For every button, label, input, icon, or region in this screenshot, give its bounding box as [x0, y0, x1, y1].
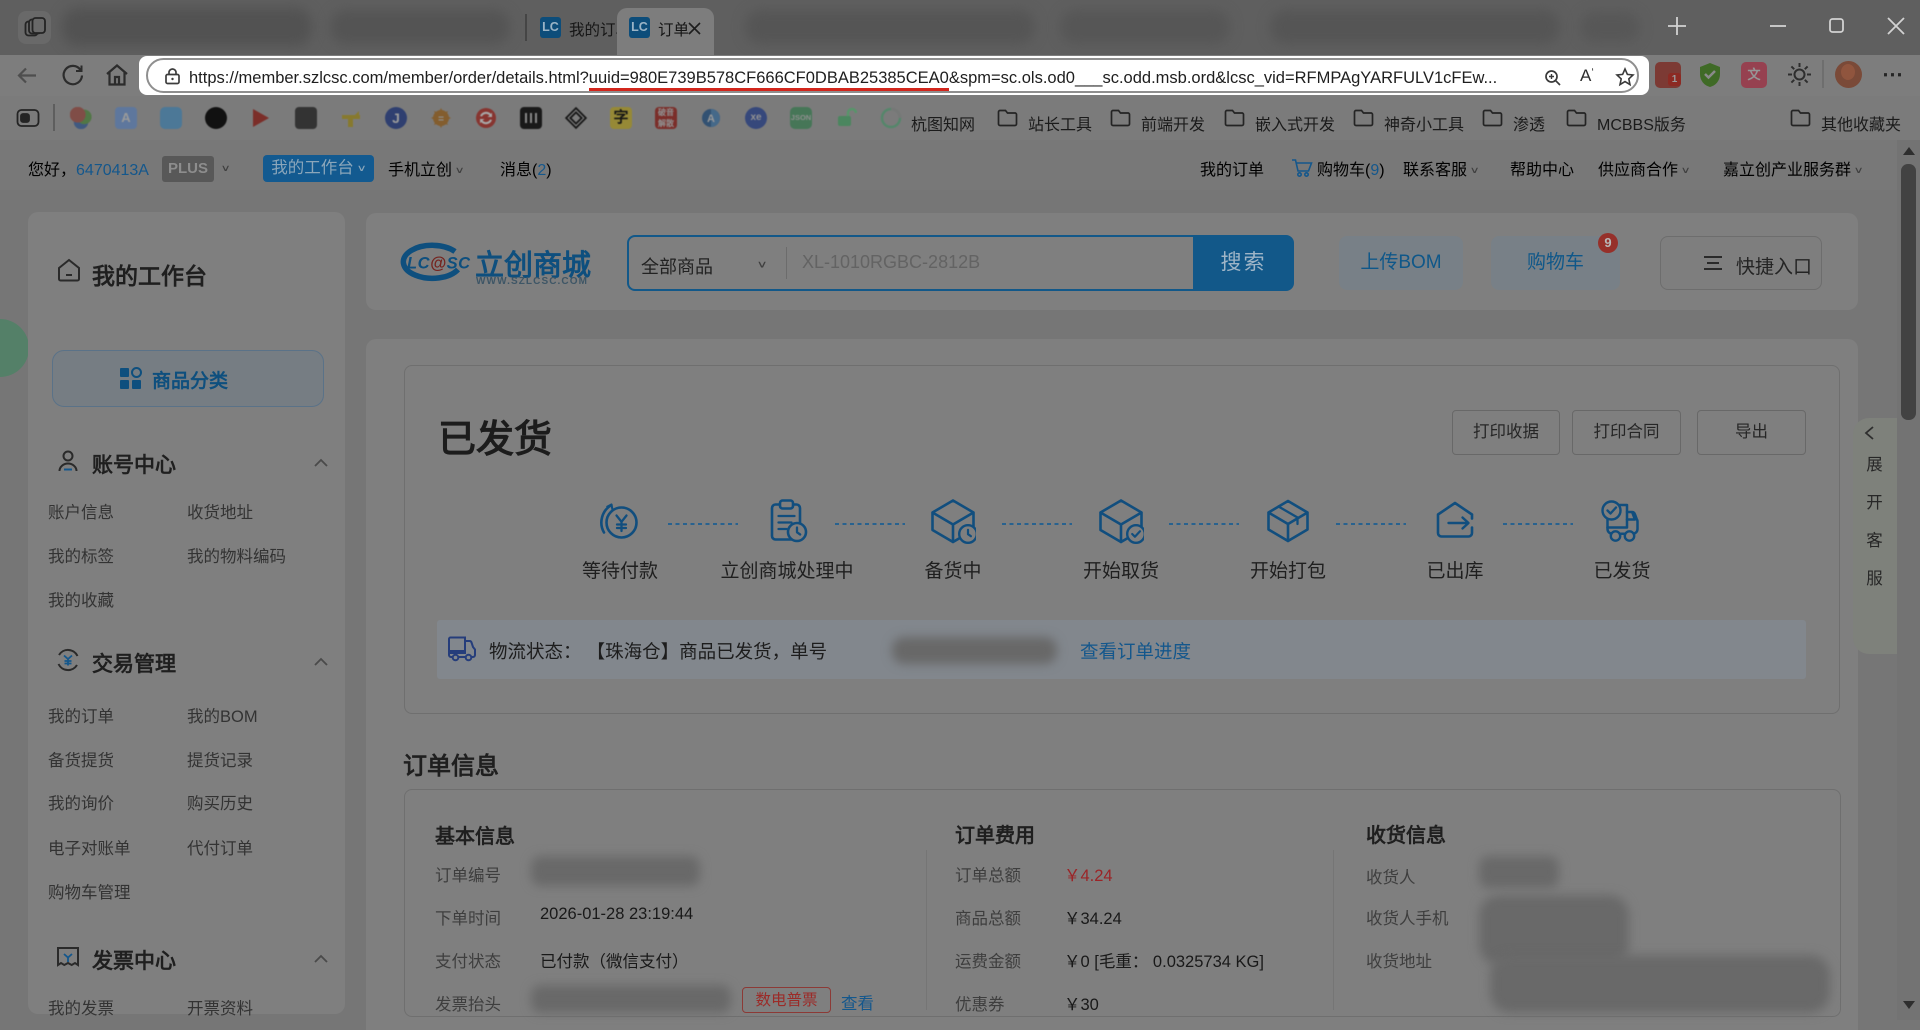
svg-text:A: A — [707, 113, 715, 125]
svg-text:LC@SC: LC@SC — [407, 255, 471, 273]
svg-text:=: = — [438, 114, 444, 125]
